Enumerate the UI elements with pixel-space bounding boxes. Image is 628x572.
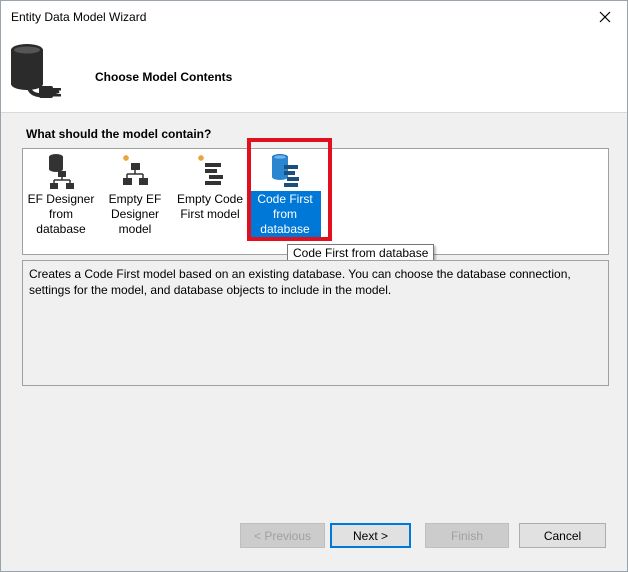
database-plug-icon [11,44,61,98]
wizard-header: Choose Model Contents [1,32,627,113]
next-button[interactable]: Next > [330,523,411,548]
option-label: Empty EF Designer model [108,192,162,236]
page-title: Choose Model Contents [95,70,233,84]
cancel-button[interactable]: Cancel [519,523,606,548]
option-empty-code-first-model[interactable]: Empty Code First model [174,151,246,239]
finish-button[interactable]: Finish [425,523,509,548]
close-icon [599,11,611,22]
code-first-database-icon [272,154,299,187]
previous-button[interactable]: < Previous [240,523,325,548]
option-code-first-from-database[interactable]: Code First from database [249,151,321,239]
option-label: EF Designer from database [27,192,95,236]
model-contents-question: What should the model contain? [26,127,212,141]
title-bar: Entity Data Model Wizard [1,1,627,32]
close-button[interactable] [583,1,627,32]
empty-code-first-icon [198,155,223,185]
option-empty-ef-designer-model[interactable]: Empty EF Designer model [99,151,171,239]
empty-ef-designer-icon [123,155,148,185]
model-options-list: EF Designer from database Empty EF Desig… [22,148,609,255]
model-description: Creates a Code First model based on an e… [22,260,609,386]
option-ef-designer-from-database[interactable]: EF Designer from database [25,151,97,239]
option-label: Code First from database [249,191,321,238]
window-title: Entity Data Model Wizard [11,10,147,24]
wizard-window: Entity Data Model Wizard Choose Model Co… [0,0,628,572]
ef-designer-database-icon [49,154,74,189]
option-label: Empty Code First model [176,192,244,221]
